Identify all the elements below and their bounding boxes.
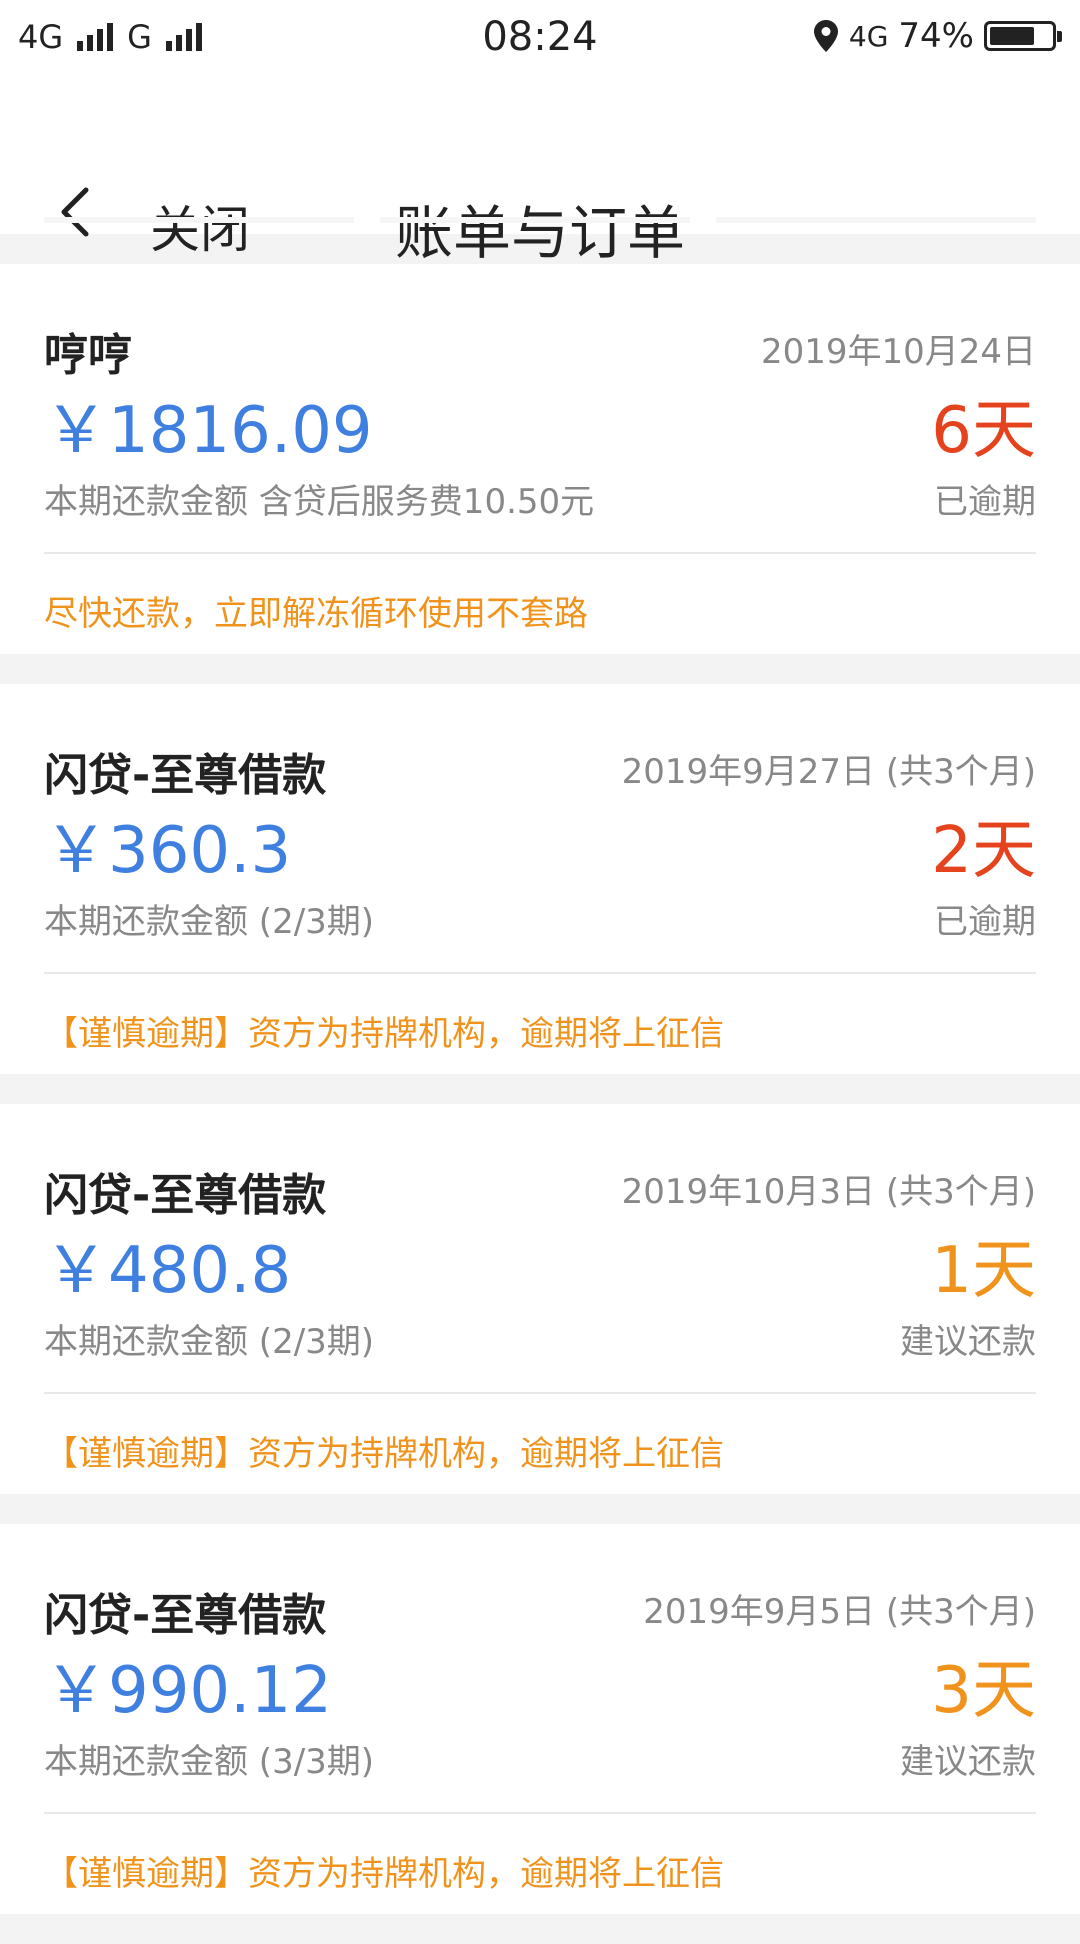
tab-strip-faint [380,217,690,223]
divider [44,972,1036,974]
bill-subtitle: 本期还款金额 含贷后服务费10.50元 [44,482,595,522]
status-bar: 4G G 08:24 4G 74% [0,0,1080,74]
battery-level-fill [990,27,1034,45]
divider [44,1812,1036,1814]
bill-name: 闪贷-至尊借款 [44,1590,327,1641]
bill-amount: ￥480.8 [44,1234,292,1308]
bill-card[interactable]: 闪贷-至尊借款 2019年10月3日 (共3个月) ￥480.8 1天 本期还款… [0,1104,1080,1494]
bill-status: 建议还款 [900,1322,1036,1362]
bill-subtitle: 本期还款金额 (3/3期) [44,1742,375,1782]
bill-subtitle: 本期还款金额 (2/3期) [44,1322,375,1362]
bill-card[interactable]: 哼哼 2019年10月24日 ￥1816.09 6天 本期还款金额 含贷后服务费… [0,264,1080,654]
bill-days: 1天 [931,1234,1036,1308]
bill-card[interactable]: 闪贷-至尊借款 2019年9月27日 (共3个月) ￥360.3 2天 本期还款… [0,684,1080,1074]
bill-days: 6天 [931,394,1036,468]
bill-date: 2019年10月3日 (共3个月) [621,1172,1036,1212]
battery-icon [984,21,1062,51]
bill-date: 2019年9月27日 (共3个月) [621,752,1036,792]
bill-name: 哼哼 [44,330,132,381]
divider [44,1392,1036,1394]
bill-subtitle: 本期还款金额 (2/3期) [44,902,375,942]
bill-notice[interactable]: 【谨慎逾期】资方为持牌机构，逾期将上征信 [44,1846,724,1895]
bill-days: 2天 [931,814,1036,888]
bill-name: 闪贷-至尊借款 [44,750,327,801]
tab-strip-faint [44,217,354,223]
network-type-label-3: 4G [848,19,889,53]
bill-list: 哼哼 2019年10月24日 ￥1816.09 6天 本期还款金额 含贷后服务费… [0,264,1080,1944]
bill-status: 已逾期 [934,482,1036,522]
bill-status: 已逾期 [934,902,1036,942]
bill-date: 2019年9月5日 (共3个月) [643,1592,1036,1632]
bill-amount: ￥360.3 [44,814,292,888]
bill-card[interactable]: 闪贷-至尊借款 2019年9月5日 (共3个月) ￥990.12 3天 本期还款… [0,1524,1080,1914]
bill-amount: ￥1816.09 [44,394,373,468]
nav-bar: 关闭 账单与订单 [0,74,1080,267]
divider [44,552,1036,554]
bill-amount: ￥990.12 [44,1654,332,1728]
status-right: 4G 74% [813,16,1062,56]
location-icon [813,20,838,52]
bill-notice[interactable]: 尽快还款，立即解冻循环使用不套路 [44,586,588,635]
bill-notice[interactable]: 【谨慎逾期】资方为持牌机构，逾期将上征信 [44,1006,724,1055]
bill-days: 3天 [931,1654,1036,1728]
bill-name: 闪贷-至尊借款 [44,1170,327,1221]
bill-status: 建议还款 [900,1742,1036,1782]
tab-strip-faint [716,217,1036,223]
bill-notice[interactable]: 【谨慎逾期】资方为持牌机构，逾期将上征信 [44,1426,724,1475]
bill-date: 2019年10月24日 [760,332,1036,372]
page-title: 账单与订单 [394,199,685,267]
battery-percent: 74% [898,16,974,56]
